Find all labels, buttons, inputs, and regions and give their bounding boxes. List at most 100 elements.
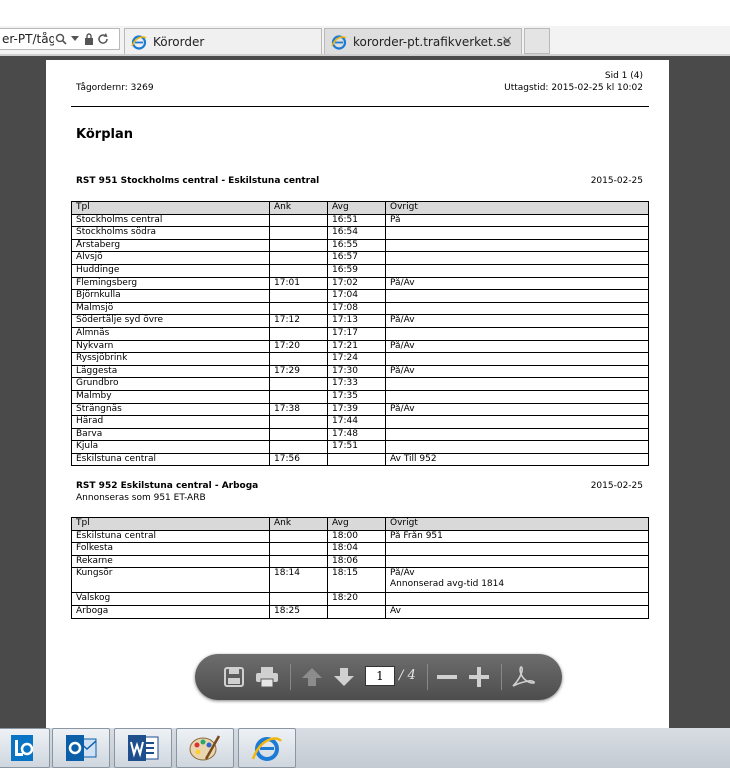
section-date: 2015-02-25	[590, 481, 643, 491]
cell-arrival	[269, 415, 328, 429]
cell-station: Malmsjö	[71, 301, 270, 316]
internet-explorer-icon	[131, 34, 147, 50]
cell-station: Södertälje syd övre	[71, 314, 270, 328]
cell-station: Strängnäs	[71, 402, 270, 417]
cell-other: På/Av	[385, 314, 649, 328]
cell-station: Grundbro	[71, 377, 270, 391]
address-bar[interactable]: er-PT/tåg	[0, 28, 120, 50]
cell-departure: 17:04	[327, 289, 386, 303]
cell-station: Årstaberg	[71, 238, 270, 253]
cell-arrival	[269, 326, 328, 341]
cell-arrival	[269, 554, 328, 569]
cell-arrival	[269, 289, 328, 303]
column-header-station: Tpl	[71, 201, 270, 215]
tab-kororder-pt-trafikverket[interactable]: kororder-pt.trafikverket.se ×	[324, 28, 522, 54]
window-top-area	[0, 0, 730, 26]
tab-label: kororder-pt.trafikverket.se	[353, 34, 511, 49]
cell-departure: 17:02	[327, 276, 386, 291]
paint-icon	[189, 735, 221, 761]
table-row: Ryssjöbrink 17:24	[71, 352, 649, 366]
cell-station: Huddinge	[71, 263, 270, 278]
table-row: Huddinge 16:59	[71, 263, 649, 278]
cell-other: På/Av	[385, 276, 649, 291]
cell-departure	[327, 452, 386, 467]
table-row: Kungsör 18:14 18:15 På/Av Annonserad avg-tid…	[71, 567, 649, 594]
cell-departure: 17:39	[327, 402, 386, 417]
acrobat-icon	[512, 666, 535, 687]
open-in-reader-button[interactable]	[509, 663, 537, 691]
cell-other	[385, 415, 649, 429]
column-header-arrival: Ank	[269, 517, 328, 531]
cell-other	[385, 301, 649, 316]
cell-arrival	[269, 592, 328, 606]
cell-other	[385, 326, 649, 341]
cell-departure: 17:24	[327, 352, 386, 366]
table-row: Malmsjö 17:08	[71, 301, 649, 316]
cell-station: Rekarne	[71, 554, 270, 569]
cell-other-line: På/Av	[390, 568, 415, 579]
tab-kororder[interactable]: Körorder	[124, 28, 322, 54]
cell-arrival: 17:29	[269, 364, 328, 379]
cell-departure: 18:20	[327, 592, 386, 606]
cell-arrival	[269, 377, 328, 391]
cell-other: På/Av	[385, 402, 649, 417]
taskbar-paint[interactable]	[176, 728, 234, 768]
address-url[interactable]: er-PT/tåg	[0, 32, 54, 46]
cell-departure: 16:54	[327, 226, 386, 240]
header-divider	[71, 106, 649, 107]
next-page-button[interactable]	[330, 663, 358, 691]
cell-departure: 17:35	[327, 389, 386, 404]
arrow-down-icon	[334, 668, 354, 686]
cell-other	[385, 289, 649, 303]
table-row: Strängnäs 17:38 17:39 På/Av	[71, 402, 649, 417]
cell-other	[385, 542, 649, 556]
taskbar-internet-explorer[interactable]	[238, 728, 296, 768]
cell-other: På	[385, 213, 649, 228]
cell-other	[385, 238, 649, 253]
cell-other	[385, 352, 649, 366]
printed-at: Uttagstid: 2015-02-25 kl 10:02	[504, 83, 643, 93]
previous-page-button[interactable]	[298, 663, 326, 691]
page-number-input[interactable]: 1	[365, 666, 395, 686]
table-row: Kjula 17:51	[71, 440, 649, 454]
cell-departure: 17:44	[327, 415, 386, 429]
table-row: Malmby 17:35	[71, 389, 649, 404]
cell-departure: 17:51	[327, 440, 386, 454]
cell-departure: 18:04	[327, 542, 386, 556]
save-button[interactable]	[220, 663, 248, 691]
lock-icon[interactable]	[82, 32, 96, 46]
cell-station: Stockholms södra	[71, 226, 270, 240]
cell-departure: 17:21	[327, 339, 386, 354]
cell-station: Kjula	[71, 440, 270, 454]
cell-arrival	[269, 226, 328, 240]
close-tab-icon[interactable]: ×	[501, 33, 513, 49]
new-tab-button[interactable]	[524, 28, 550, 54]
cell-station: Nykvarn	[71, 339, 270, 354]
cell-station: Härad	[71, 415, 270, 429]
section-subtitle: Annonseras som 951 ET-ARB	[76, 493, 206, 503]
dropdown-arrow-icon[interactable]	[68, 32, 82, 46]
table-row: Grundbro 17:33	[71, 377, 649, 391]
chrome-divider	[0, 54, 730, 56]
table-row: Stockholms central 16:51 På	[71, 213, 649, 228]
schedule-table: Tpl Ank Avg Övrigt Stockholms central 16:…	[71, 201, 649, 467]
table-row: Årstaberg 16:55	[71, 238, 649, 253]
taskbar-lync[interactable]	[0, 728, 50, 768]
search-icon[interactable]	[54, 32, 68, 46]
cell-station: Eskilstuna central	[71, 452, 270, 467]
print-icon	[256, 667, 278, 688]
cell-departure: 18:15	[327, 567, 386, 594]
taskbar-outlook[interactable]	[52, 728, 110, 768]
print-button[interactable]	[253, 663, 281, 691]
cell-station: Älvsjö	[71, 251, 270, 265]
cell-station: Flemingsberg	[71, 276, 270, 291]
cell-other	[385, 592, 649, 606]
cell-departure: 16:51	[327, 213, 386, 228]
zoom-out-button[interactable]	[433, 663, 461, 691]
taskbar-word[interactable]	[114, 728, 172, 768]
cell-departure: 16:57	[327, 251, 386, 265]
table-row: Valskog 18:20	[71, 592, 649, 606]
refresh-icon[interactable]	[96, 32, 110, 46]
zoom-in-button[interactable]	[465, 663, 493, 691]
order-number: Tågordernr: 3269	[76, 83, 154, 93]
